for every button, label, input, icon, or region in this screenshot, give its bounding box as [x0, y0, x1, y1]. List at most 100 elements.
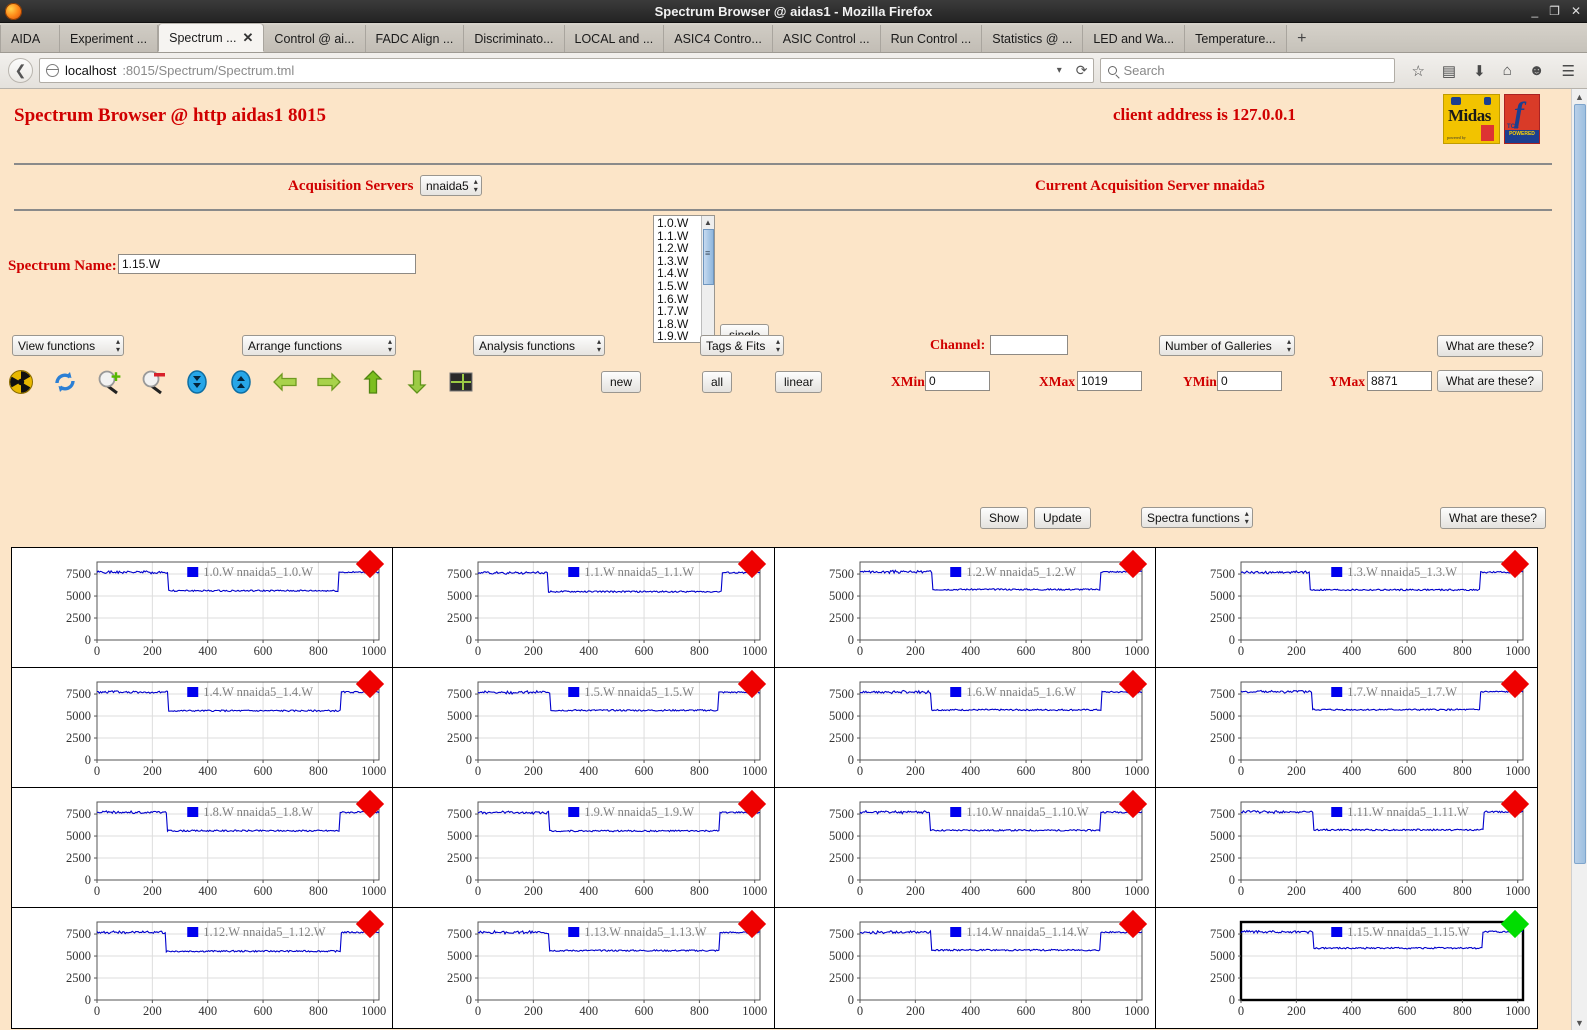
xmin-input[interactable]	[925, 371, 990, 391]
spectrum-listbox[interactable]: 1.0.W1.1.W1.2.W1.3.W1.4.W1.5.W1.6.W1.7.W…	[653, 215, 715, 343]
legend-marker	[568, 927, 579, 937]
scroll-down-icon[interactable]: ▼	[1575, 1015, 1584, 1030]
spectrum-panel-1.12.W[interactable]: 0250050007500020040060080010001.12.W nna…	[12, 908, 393, 1028]
scrollbar-thumb[interactable]	[703, 229, 714, 285]
collapse-down-icon[interactable]	[184, 369, 210, 395]
browser-tab-10[interactable]: Statistics @ ...	[982, 25, 1083, 52]
browser-tab-12[interactable]: Temperature...	[1185, 25, 1287, 52]
back-button[interactable]: ❮	[8, 58, 33, 83]
browser-tab-6[interactable]: LOCAL and ...	[565, 25, 665, 52]
what-are-these-button-3[interactable]: What are these?	[1437, 370, 1543, 392]
svg-text:2500: 2500	[66, 971, 91, 985]
number-of-galleries-select[interactable]: Number of Galleries▴▾	[1159, 335, 1295, 356]
spectrum-panel-1.13.W[interactable]: 0250050007500020040060080010001.13.W nna…	[393, 908, 774, 1028]
svg-text:400: 400	[1342, 884, 1361, 898]
linear-button[interactable]: linear	[775, 371, 822, 393]
svg-text:0: 0	[94, 884, 100, 898]
spectrum-panel-1.6.W[interactable]: 0250050007500020040060080010001.6.W nnai…	[775, 668, 1156, 788]
ymin-input[interactable]	[1217, 371, 1282, 391]
arrow-left-icon[interactable]	[272, 369, 298, 395]
spectrum-panel-1.15.W[interactable]: 0250050007500020040060080010001.15.W nna…	[1156, 908, 1537, 1028]
browser-tab-3[interactable]: Control @ ai...	[264, 25, 365, 52]
spectrum-panel-1.5.W[interactable]: 0250050007500020040060080010001.5.W nnai…	[393, 668, 774, 788]
channel-input[interactable]	[990, 335, 1068, 355]
view-functions-select[interactable]: View functions▴▾	[12, 335, 124, 356]
reload-icon[interactable]: ⟳	[1076, 62, 1088, 79]
acquisition-server-select[interactable]: nnaida5▴▾	[420, 175, 482, 196]
spectrum-panel-1.3.W[interactable]: 0250050007500020040060080010001.3.W nnai…	[1156, 548, 1537, 668]
svg-text:0: 0	[475, 884, 481, 898]
xmax-input[interactable]	[1077, 371, 1142, 391]
ymax-input[interactable]	[1367, 371, 1432, 391]
new-button[interactable]: new	[601, 371, 641, 393]
spectrum-panel-1.0.W[interactable]: 0250050007500020040060080010001.0.W nnai…	[12, 548, 393, 668]
menu-hamburger-icon[interactable]: ☰	[1562, 62, 1575, 80]
browser-tab-11[interactable]: LED and Wa...	[1083, 25, 1185, 52]
firefox-logo-icon	[5, 3, 22, 20]
minimize-button[interactable]: _	[1531, 5, 1538, 17]
spectrum-panel-1.1.W[interactable]: 0250050007500020040060080010001.1.W nnai…	[393, 548, 774, 668]
maximize-button[interactable]: ❐	[1549, 5, 1560, 17]
close-button[interactable]: ✕	[1571, 5, 1581, 17]
browser-tab-8[interactable]: ASIC Control ...	[773, 25, 881, 52]
update-button[interactable]: Update	[1034, 507, 1091, 529]
zoom-out-icon[interactable]	[140, 369, 166, 395]
downloads-icon[interactable]: ⬇	[1473, 62, 1486, 80]
tab-close-icon[interactable]: ✕	[243, 30, 254, 46]
spectrum-panel-1.4.W[interactable]: 0250050007500020040060080010001.4.W nnai…	[12, 668, 393, 788]
sync-smiley-icon[interactable]: ☻	[1529, 62, 1545, 79]
all-button[interactable]: all	[702, 371, 732, 393]
new-tab-button[interactable]: +	[1287, 25, 1317, 52]
chevron-down-icon[interactable]: ▾	[1057, 65, 1062, 76]
spectrum-panel-1.11.W[interactable]: 0250050007500020040060080010001.11.W nna…	[1156, 788, 1537, 908]
expand-up-icon[interactable]	[228, 369, 254, 395]
spectrum-panel-1.10.W[interactable]: 0250050007500020040060080010001.10.W nna…	[775, 788, 1156, 908]
legend-label: 1.11.W nnaida5_1.11.W	[1347, 805, 1469, 819]
browser-tab-4[interactable]: FADC Align ...	[366, 25, 465, 52]
page-scrollbar[interactable]: ▲ ▼	[1571, 89, 1587, 1030]
browser-tab-9[interactable]: Run Control ...	[881, 25, 983, 52]
arrow-down-icon[interactable]	[404, 369, 430, 395]
spectrum-panel-1.2.W[interactable]: 0250050007500020040060080010001.2.W nnai…	[775, 548, 1156, 668]
scroll-up-icon[interactable]: ▲	[704, 216, 712, 228]
legend-label: 1.14.W nnaida5_1.14.W	[966, 925, 1089, 939]
what-are-these-button-1[interactable]: What are these?	[1440, 507, 1546, 529]
crosshair-panel-icon[interactable]	[448, 369, 474, 395]
zoom-in-icon[interactable]	[96, 369, 122, 395]
spectrum-panel-1.14.W[interactable]: 0250050007500020040060080010001.14.W nna…	[775, 908, 1156, 1028]
spectrum-name-input[interactable]	[118, 254, 416, 274]
tags-fits-select[interactable]: Tags & Fits▴▾	[700, 335, 784, 356]
arrow-right-icon[interactable]	[316, 369, 342, 395]
arrange-functions-select[interactable]: Arrange functions▴▾	[242, 335, 396, 356]
scrollbar-thumb[interactable]	[1574, 104, 1586, 864]
browser-tab-0[interactable]: AIDA	[0, 25, 60, 52]
icon-toolbar	[8, 369, 474, 395]
svg-text:2500: 2500	[1210, 851, 1235, 865]
arrow-up-icon[interactable]	[360, 369, 386, 395]
home-icon[interactable]: ⌂	[1503, 62, 1512, 79]
svg-text:1000: 1000	[742, 764, 767, 778]
search-input[interactable]: Search	[1100, 58, 1395, 83]
refresh-icon[interactable]	[52, 369, 78, 395]
radiation-icon[interactable]	[8, 369, 34, 395]
scroll-up-icon[interactable]: ▲	[1575, 89, 1584, 104]
browser-tab-1[interactable]: Experiment ...	[60, 25, 158, 52]
spectrum-panel-1.8.W[interactable]: 0250050007500020040060080010001.8.W nnai…	[12, 788, 393, 908]
listbox-scrollbar[interactable]: ▲ ▼	[701, 216, 714, 343]
show-button[interactable]: Show	[980, 507, 1028, 529]
browser-tab-7[interactable]: ASIC4 Contro...	[664, 25, 773, 52]
midas-logo-sub: powered by	[1447, 135, 1466, 140]
browser-tab-5[interactable]: Discriminato...	[464, 25, 564, 52]
svg-text:7500: 7500	[829, 927, 854, 941]
svg-text:600: 600	[1016, 1004, 1035, 1018]
spectrum-panel-1.7.W[interactable]: 0250050007500020040060080010001.7.W nnai…	[1156, 668, 1537, 788]
spectra-functions-select[interactable]: Spectra functions▴▾	[1141, 507, 1253, 528]
bookmark-star-icon[interactable]: ☆	[1411, 62, 1424, 80]
spectrum-panel-1.9.W[interactable]: 0250050007500020040060080010001.9.W nnai…	[393, 788, 774, 908]
analysis-functions-select[interactable]: Analysis functions▴▾	[473, 335, 605, 356]
what-are-these-button-2[interactable]: What are these?	[1437, 335, 1543, 357]
url-bar[interactable]: localhost :8015/Spectrum/Spectrum.tml ▾ …	[39, 58, 1094, 83]
reader-list-icon[interactable]: ▤	[1442, 62, 1456, 80]
svg-text:0: 0	[1238, 644, 1244, 658]
browser-tab-2[interactable]: Spectrum ...✕	[158, 23, 264, 52]
